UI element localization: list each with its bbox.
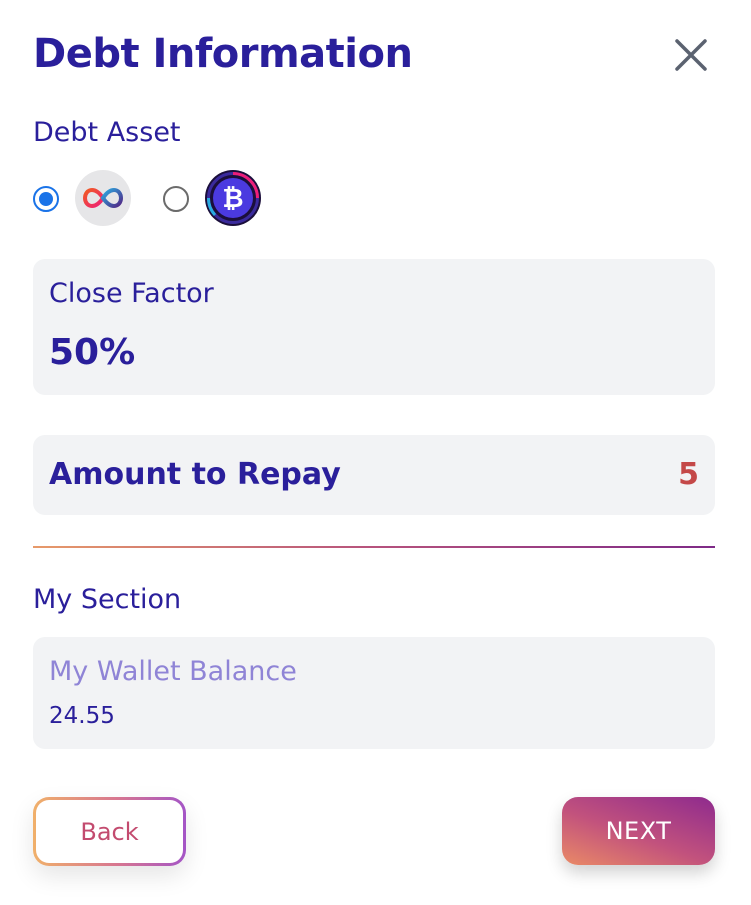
wallet-balance-card: My Wallet Balance 24.55	[33, 637, 715, 749]
debt-information-modal: Debt Information Debt Asset ₿ Close Fact…	[0, 0, 751, 905]
close-button[interactable]	[666, 30, 716, 80]
wallet-balance-value: 24.55	[49, 703, 115, 729]
debt-asset-selector: ₿	[32, 170, 292, 228]
back-button[interactable]: Back	[33, 797, 186, 866]
amount-to-repay-label: Amount to Repay	[49, 457, 341, 492]
svg-text:₿: ₿	[222, 184, 243, 214]
amount-to-repay-value: 5	[678, 457, 699, 492]
bitcoin-icon[interactable]: ₿	[205, 170, 261, 226]
amount-to-repay-card: Amount to Repay 5	[33, 435, 715, 515]
back-button-label: Back	[36, 800, 183, 863]
close-icon	[675, 39, 707, 71]
close-factor-label: Close Factor	[49, 278, 214, 309]
close-factor-card: Close Factor 50%	[33, 259, 715, 395]
wallet-balance-label: My Wallet Balance	[49, 656, 297, 687]
icp-infinity-icon[interactable]	[75, 170, 131, 226]
debt-asset-radio-icp[interactable]	[33, 186, 59, 212]
debt-asset-radio-btc[interactable]	[163, 186, 189, 212]
page-title: Debt Information	[33, 31, 413, 77]
debt-asset-label: Debt Asset	[33, 117, 181, 148]
close-factor-value: 50%	[49, 332, 136, 373]
next-button[interactable]: NEXT	[562, 797, 715, 865]
my-section-label: My Section	[33, 584, 182, 615]
section-divider	[33, 546, 715, 548]
